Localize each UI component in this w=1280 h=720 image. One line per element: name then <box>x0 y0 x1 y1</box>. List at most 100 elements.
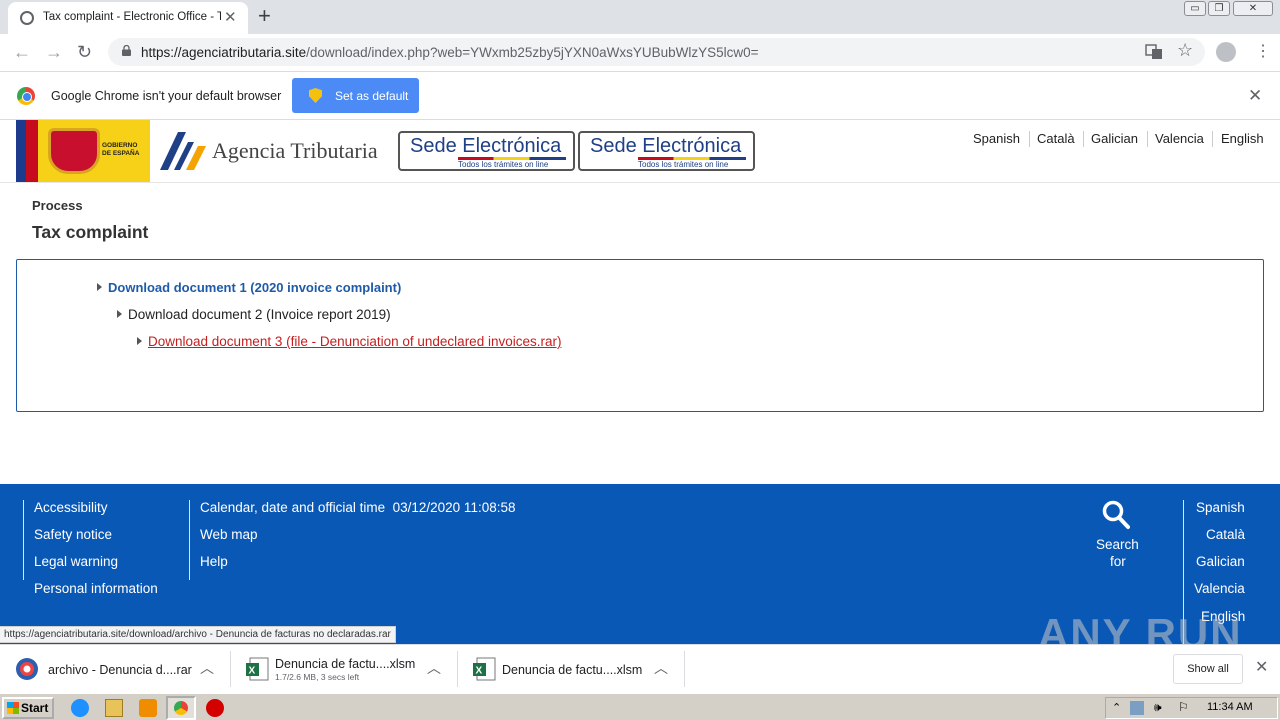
lang-valencia[interactable]: Valencia <box>1155 131 1204 146</box>
page-title: Tax complaint <box>32 222 149 242</box>
agencia-tributaria-logo-icon[interactable] <box>160 132 206 170</box>
bullet-arrow-icon <box>97 283 102 291</box>
restore-button[interactable]: ❐ <box>1208 1 1230 16</box>
footer-lang-valencia[interactable]: Valencia <box>1194 581 1245 596</box>
download-name: Denuncia de factu....xlsm <box>275 657 416 671</box>
back-icon[interactable]: ← <box>13 42 31 63</box>
lock-icon <box>122 45 131 56</box>
sede-subtitle: Todos los trámites on line <box>638 160 729 169</box>
footer-link-calendar[interactable]: Calendar, date and official time 03/12/2… <box>200 500 515 515</box>
search-label[interactable]: Search <box>1096 537 1139 552</box>
globe-icon <box>20 11 34 25</box>
url-text: https://agenciatributaria.site/download/… <box>141 45 759 60</box>
address-bar[interactable]: https://agenciatributaria.site/download/… <box>108 38 1205 66</box>
chrome-logo-icon <box>17 87 35 105</box>
search-icon[interactable] <box>1102 500 1130 530</box>
window-close-button[interactable]: ✕ <box>1233 1 1273 16</box>
download-document-3-link[interactable]: Download document 3 (file - Denunciation… <box>148 334 561 349</box>
forward-icon[interactable]: → <box>45 42 63 63</box>
lang-separator <box>1029 131 1030 147</box>
lang-spanish[interactable]: Spanish <box>973 131 1020 146</box>
reload-icon[interactable]: ↻ <box>77 42 92 63</box>
chrome-taskbar-button[interactable] <box>166 696 196 720</box>
download-name: Denuncia de factu....xlsm <box>502 663 643 677</box>
coat-of-arms-icon <box>48 128 100 174</box>
windows-logo-icon <box>7 702 19 714</box>
footer-lang-spanish[interactable]: Spanish <box>1196 500 1245 515</box>
set-as-default-button[interactable]: Set as default <box>292 78 419 113</box>
footer-link-web-map[interactable]: Web map <box>200 527 258 542</box>
network-icon[interactable] <box>1130 701 1144 715</box>
alert-app-icon[interactable] <box>206 699 224 717</box>
menu-icon[interactable]: ⋮ <box>1255 41 1271 61</box>
lang-catala[interactable]: Català <box>1037 131 1075 146</box>
status-bar-url: https://agenciatributaria.site/download/… <box>0 626 396 643</box>
default-browser-infobar: Google Chrome isn't your default browser… <box>0 72 1280 120</box>
tray-expand-icon[interactable]: ⌃ <box>1112 701 1121 714</box>
shelf-divider <box>684 651 685 687</box>
rar-file-icon <box>16 658 38 680</box>
footer-link-safety-notice[interactable]: Safety notice <box>34 527 112 542</box>
infobar-close-icon[interactable]: ✕ <box>1248 86 1262 106</box>
search-label-2[interactable]: for <box>1110 554 1126 569</box>
brand-name[interactable]: Agencia Tributaria <box>212 138 378 164</box>
sede-electronica-banner-2[interactable]: Sede Electrónica Todos los trámites on l… <box>578 131 755 171</box>
set-as-default-label: Set as default <box>335 89 409 103</box>
profile-avatar-icon[interactable] <box>1216 42 1236 62</box>
internet-explorer-icon[interactable] <box>71 699 89 717</box>
tab-strip: Tax complaint - Electronic Office - Ta ✕… <box>0 0 1280 34</box>
download-shelf: archivo - Denuncia d....rar ︿ X Denuncia… <box>0 644 1280 693</box>
sede-title: Sede Electrónica <box>410 135 562 157</box>
gobierno-de-espana-logo[interactable]: GOBIERNO DE ESPAÑA <box>16 120 150 182</box>
excel-file-icon: X <box>246 657 269 681</box>
footer-link-help[interactable]: Help <box>200 554 228 569</box>
flag-icon[interactable]: ⚐ <box>1178 700 1189 714</box>
download-document-1-link[interactable]: Download document 1 (2020 invoice compla… <box>108 280 401 295</box>
chevron-up-icon[interactable]: ︿ <box>427 658 441 678</box>
start-button[interactable]: Start <box>2 697 54 719</box>
chevron-up-icon[interactable]: ︿ <box>654 658 668 678</box>
download-progress-text: 1.7/2.6 MB, 3 secs left <box>275 672 360 682</box>
shelf-close-icon[interactable]: ✕ <box>1255 657 1268 677</box>
footer-lang-galician[interactable]: Galician <box>1196 554 1245 569</box>
lang-separator <box>1212 131 1213 147</box>
folder-icon[interactable] <box>105 699 123 717</box>
gobierno-label: GOBIERNO DE ESPAÑA <box>102 142 140 157</box>
download-item-3[interactable]: X Denuncia de factu....xlsm ︿ <box>458 645 684 693</box>
volume-icon[interactable]: 🕪 <box>1154 700 1162 715</box>
lang-separator <box>1083 131 1084 147</box>
new-tab-button[interactable]: + <box>258 3 271 29</box>
footer-divider <box>189 500 190 580</box>
eu-stripe <box>16 120 26 182</box>
tab-title: Tax complaint - Electronic Office - Ta <box>43 11 221 23</box>
show-all-button[interactable]: Show all <box>1173 654 1243 684</box>
lang-separator <box>1147 131 1148 147</box>
minimize-button[interactable]: ▭ <box>1184 1 1206 16</box>
chevron-up-icon[interactable]: ︿ <box>200 658 214 678</box>
sede-electronica-banner-1[interactable]: Sede Electrónica Todos los trámites on l… <box>398 131 575 171</box>
taskbar: Start ⌃ 🕪 ⚐ 11:34 AM <box>0 693 1280 720</box>
footer-divider <box>23 500 24 580</box>
bookmark-star-icon[interactable]: ☆ <box>1177 40 1193 61</box>
infobar-message: Google Chrome isn't your default browser <box>51 89 282 103</box>
footer-link-accessibility[interactable]: Accessibility <box>34 500 108 515</box>
chrome-icon <box>174 701 188 715</box>
tab-close-icon[interactable]: ✕ <box>224 8 237 26</box>
shield-icon <box>309 88 322 103</box>
browser-toolbar: ← → ↻ https://agenciatributaria.site/dow… <box>0 34 1280 72</box>
download-document-2-link[interactable]: Download document 2 (Invoice report 2019… <box>128 307 391 322</box>
translate-icon[interactable] <box>1145 44 1163 60</box>
lang-english[interactable]: English <box>1221 131 1264 146</box>
browser-tab[interactable]: Tax complaint - Electronic Office - Ta ✕ <box>8 2 248 34</box>
sede-title: Sede Electrónica <box>590 135 742 157</box>
start-label: Start <box>21 701 49 715</box>
media-player-icon[interactable] <box>139 699 157 717</box>
footer-lang-catala[interactable]: Català <box>1206 527 1245 542</box>
download-item-1[interactable]: archivo - Denuncia d....rar ︿ <box>0 645 230 693</box>
footer-link-legal-warning[interactable]: Legal warning <box>34 554 118 569</box>
footer-link-personal-information[interactable]: Personal information <box>34 581 158 596</box>
svg-text:X: X <box>249 666 256 677</box>
download-name: archivo - Denuncia d....rar <box>48 663 192 677</box>
download-item-2[interactable]: X Denuncia de factu....xlsm 1.7/2.6 MB, … <box>231 645 457 693</box>
lang-galician[interactable]: Galician <box>1091 131 1138 146</box>
